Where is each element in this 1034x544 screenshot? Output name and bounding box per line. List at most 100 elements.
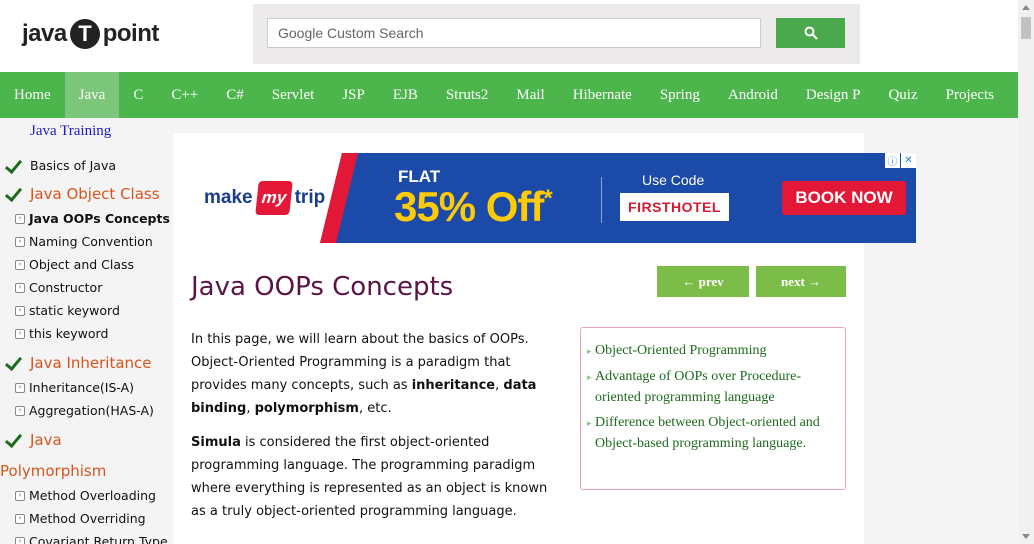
bullet-arrow-icon: › — [15, 328, 25, 339]
next-button[interactable]: next → — [756, 266, 846, 297]
nav-item-design-p[interactable]: Design P — [792, 72, 875, 118]
sidebar-item-label: static keyword — [29, 303, 120, 318]
ad-brand-my: my — [254, 181, 293, 215]
bullet-arrow-icon: › — [15, 382, 25, 393]
search-area — [253, 4, 860, 64]
logo-text-java: java — [22, 20, 67, 47]
sidebar-item[interactable]: › Method Overloading — [0, 488, 156, 503]
nav-item-c[interactable]: C — [119, 72, 157, 118]
sidebar-item-label: Method Overriding — [29, 511, 146, 526]
nav-item-spring[interactable]: Spring — [646, 72, 714, 118]
toc-link-label: Object-Oriented Programming — [595, 343, 767, 358]
ad-info-icon[interactable]: ⓘ — [885, 153, 900, 168]
p1-term-inheritance: inheritance — [411, 378, 496, 393]
search-button[interactable] — [776, 18, 845, 48]
ad-offer-value: 35% Off — [394, 183, 544, 230]
p1-text: , — [246, 401, 255, 416]
p1-text: , etc. — [358, 401, 392, 416]
nav-item-mail[interactable]: Mail — [502, 72, 558, 118]
sidebar-item[interactable]: Basics of Java — [0, 158, 116, 173]
sidebar-item[interactable]: › Inheritance(IS-A) — [0, 380, 134, 395]
toc-link-label: Advantage of OOPs over Procedure-oriente… — [595, 369, 802, 405]
sidebar-item[interactable]: › Naming Convention — [0, 234, 153, 249]
sidebar-item-label: Method Overloading — [29, 488, 156, 503]
sidebar-item-label: Java OOPs Concepts — [29, 211, 170, 226]
nav-item-ejb[interactable]: EJB — [379, 72, 432, 118]
ad-controls: ⓘ ✕ — [885, 153, 916, 168]
ad-offer-text: 35% Off* — [394, 183, 553, 231]
search-icon — [804, 26, 818, 40]
sidebar-item-label: Naming Convention — [29, 234, 153, 249]
sidebar-heading[interactable]: Java Training — [30, 123, 111, 140]
sidebar-item[interactable]: › Aggregation(HAS-A) — [0, 403, 154, 418]
sidebar-item[interactable]: › Constructor — [0, 280, 102, 295]
sidebar-item-label: Polymorphism — [0, 462, 107, 480]
javatpoint-logo[interactable]: java T point — [22, 16, 159, 52]
bullet-arrow-icon: › — [15, 236, 25, 247]
sidebar-item[interactable]: › this keyword — [0, 326, 108, 341]
bullet-arrow-icon: › — [15, 513, 25, 524]
sidebar-item[interactable]: › Java OOPs Concepts — [0, 211, 170, 226]
site-header: java T point — [0, 0, 1018, 72]
bullet-arrow-icon: › — [15, 259, 25, 270]
sidebar-item[interactable]: Java — [0, 431, 62, 449]
sidebar-item-label: Covariant Return Type — [29, 534, 168, 544]
toc-arrow-icon: ▸ — [587, 372, 592, 382]
nav-item-projects[interactable]: Projects — [932, 72, 1008, 118]
sidebar-item[interactable]: › Object and Class — [0, 257, 134, 272]
toc-arrow-icon: ▸ — [587, 418, 592, 428]
sidebar-item[interactable]: Java Object Class — [0, 185, 160, 203]
sidebar-item[interactable]: › Method Overriding — [0, 511, 146, 526]
nav-item-java[interactable]: Java — [64, 72, 120, 118]
ad-banner[interactable]: make my trip FLAT 35% Off* Use Code FIRS… — [192, 153, 916, 243]
sidebar-item-label: Java Object Class — [30, 185, 160, 203]
page-scrollbar[interactable] — [1018, 0, 1034, 544]
scrollbar-thumb[interactable] — [1021, 17, 1031, 39]
bullet-arrow-icon: › — [15, 282, 25, 293]
scroll-down-arrow-icon[interactable] — [1022, 534, 1030, 539]
nav-item-servlet[interactable]: Servlet — [258, 72, 329, 118]
toc-link-label: Difference between Object-oriented and O… — [595, 415, 820, 451]
nav-item-android[interactable]: Android — [714, 72, 792, 118]
nav-item-jsp[interactable]: JSP — [328, 72, 379, 118]
nav-item-quiz[interactable]: Quiz — [874, 72, 931, 118]
intro-paragraph: In this page, we will learn about the ba… — [191, 328, 563, 420]
bullet-arrow-icon: › — [15, 490, 25, 501]
page-title: Java OOPs Concepts — [191, 272, 454, 302]
table-of-contents: ▸ Object-Oriented Programming ▸ Advantage o… — [580, 327, 846, 490]
ad-book-now-button[interactable]: BOOK NOW — [782, 181, 906, 215]
sidebar-item-label: Java Inheritance — [30, 354, 152, 372]
sidebar-item[interactable]: › static keyword — [0, 303, 120, 318]
ad-close-icon[interactable]: ✕ — [901, 153, 916, 168]
toc-link[interactable]: ▸ Difference between Object-oriented and … — [587, 412, 835, 454]
sidebar-item[interactable]: › Covariant Return Type — [0, 534, 168, 544]
sidebar-item[interactable]: Polymorphism — [0, 462, 106, 480]
bullet-arrow-icon: › — [15, 536, 25, 544]
p2-term-simula: Simula — [191, 435, 241, 450]
scroll-up-arrow-icon[interactable] — [1022, 5, 1030, 10]
sidebar-item-label: Basics of Java — [30, 158, 117, 173]
nav-item-c-[interactable]: C# — [212, 72, 258, 118]
nav-item-struts2[interactable]: Struts2 — [432, 72, 503, 118]
ad-brand-trip: trip — [294, 187, 326, 208]
prev-button[interactable]: ← prev — [657, 266, 749, 297]
p2-text: is considered the first object-oriented … — [191, 435, 548, 519]
logo-t-mark: T — [69, 19, 100, 49]
ad-brand-logo: make my trip — [204, 181, 325, 215]
nav-item-c-[interactable]: C++ — [157, 72, 212, 118]
sidebar-item[interactable]: Java Inheritance — [0, 354, 152, 372]
toc-link[interactable]: ▸ Advantage of OOPs over Procedure-orient… — [587, 366, 835, 408]
nav-item-home[interactable]: Home — [0, 72, 65, 118]
checkmark-icon — [6, 161, 22, 171]
nav-item-hibernate[interactable]: Hibernate — [559, 72, 646, 118]
ad-promo-code: FIRSTHOTEL — [620, 193, 729, 221]
bullet-arrow-icon: › — [15, 213, 25, 224]
sidebar-item-label: Java — [30, 431, 62, 449]
search-input[interactable] — [267, 18, 761, 48]
toc-link[interactable]: ▸ Object-Oriented Programming — [587, 340, 835, 362]
main-nav: Home Java C C++ C# Servlet JSP EJB Struts2 Mail Hi… — [0, 72, 1018, 118]
logo-text-point: point — [102, 20, 160, 47]
main-content: make my trip FLAT 35% Off* Use Code FIRS… — [173, 133, 916, 544]
sidebar-item-label: Constructor — [29, 280, 103, 295]
checkmark-icon — [6, 189, 22, 199]
